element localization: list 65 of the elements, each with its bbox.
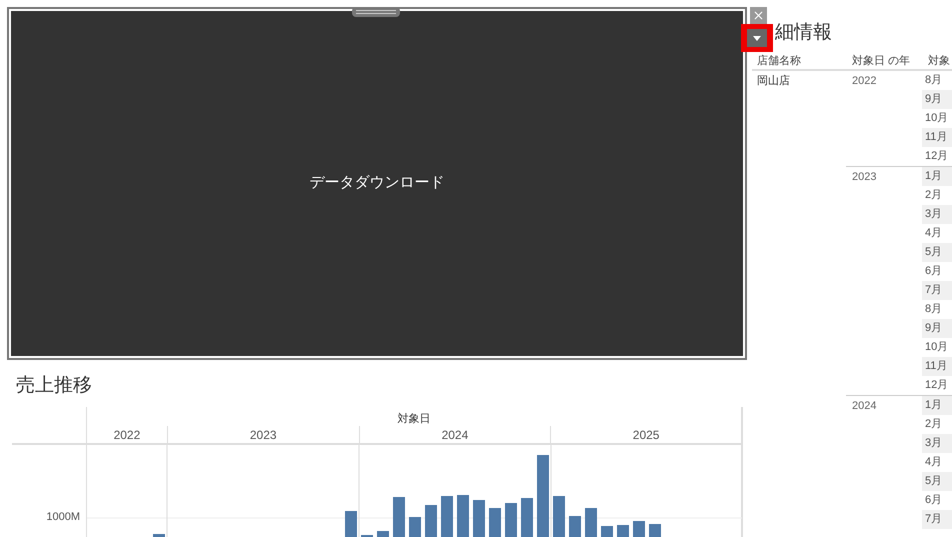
chart-bar: [617, 525, 629, 537]
table-cell: 5月: [922, 472, 952, 491]
chart-bar: [425, 505, 437, 537]
caret-icon: [753, 36, 761, 40]
chart-bar: [441, 496, 453, 537]
chart-bar: [505, 503, 517, 537]
table-cell: 7月: [922, 510, 952, 529]
panel-label: データダウンロード: [310, 173, 444, 194]
drag-handle[interactable]: [352, 7, 400, 17]
column-header: 店舗名称: [757, 55, 801, 67]
table-cell-text: 8月: [924, 302, 944, 318]
year-header: 2024: [442, 426, 468, 444]
chart-title: 売上推移: [16, 375, 92, 396]
chart-bar: [521, 498, 533, 537]
table-cell: 5月: [922, 243, 952, 262]
table-cell-text: 2月: [924, 417, 944, 432]
year-header: 2023: [250, 426, 277, 444]
table-cell: 2024: [852, 400, 876, 412]
download-panel[interactable]: データダウンロード: [7, 7, 747, 360]
table-cell: 7月: [922, 281, 952, 300]
close-button[interactable]: [750, 7, 767, 24]
table-cell: 9月: [922, 90, 952, 109]
year-header: 2022: [114, 426, 140, 444]
chart-bar: [345, 511, 357, 537]
table-cell-text: 10月: [924, 340, 950, 356]
chart-bar: [553, 496, 565, 537]
column-header: 対象: [928, 55, 950, 67]
table-cell-text: 12月: [924, 149, 950, 164]
table-cell: 2022: [852, 75, 876, 87]
table-cell: 3月: [922, 434, 952, 453]
table-cell-text: 4月: [924, 226, 944, 242]
chart-bar: [153, 534, 165, 537]
chart-bar: [601, 526, 613, 537]
chart-bar: [649, 524, 661, 537]
table-cell: 2023: [852, 171, 876, 183]
table-cell-text: 8月: [924, 73, 944, 88]
chart-bar: [569, 516, 581, 537]
chart-bar: [377, 531, 389, 537]
year-header: 2025: [632, 426, 660, 444]
chart-bar: [409, 517, 421, 537]
dropdown-button[interactable]: [741, 24, 773, 52]
chart-bar: [393, 497, 405, 537]
close-icon: [752, 9, 765, 22]
detail-title: 細情報: [775, 22, 832, 43]
table-cell: 9月: [922, 319, 952, 338]
chart-bar: [473, 500, 485, 537]
table-cell: 11月: [922, 357, 952, 376]
table-cell: 1月: [922, 167, 952, 186]
chart-bar: [585, 508, 597, 537]
table-cell: 1月: [922, 396, 952, 415]
table-cell-text: 2月: [924, 188, 944, 204]
table-cell: 岡山店: [757, 75, 790, 87]
chart-bar: [633, 521, 645, 537]
table-cell: 3月: [922, 205, 952, 224]
table-cell-text: 6月: [924, 493, 944, 508]
table-cell-text: 6月: [924, 264, 944, 280]
axis-title: 対象日: [398, 412, 430, 426]
column-header: 対象日 の年: [852, 55, 910, 67]
table-cell-text: 4月: [924, 455, 944, 470]
table-cell: 11月: [922, 128, 952, 147]
table-cell-text: 12月: [924, 378, 950, 394]
axis-tick-label: 1000M: [46, 510, 80, 525]
chart-bar: [489, 508, 501, 537]
chart-bar: [457, 495, 469, 537]
table-cell-text: 10月: [924, 111, 950, 126]
